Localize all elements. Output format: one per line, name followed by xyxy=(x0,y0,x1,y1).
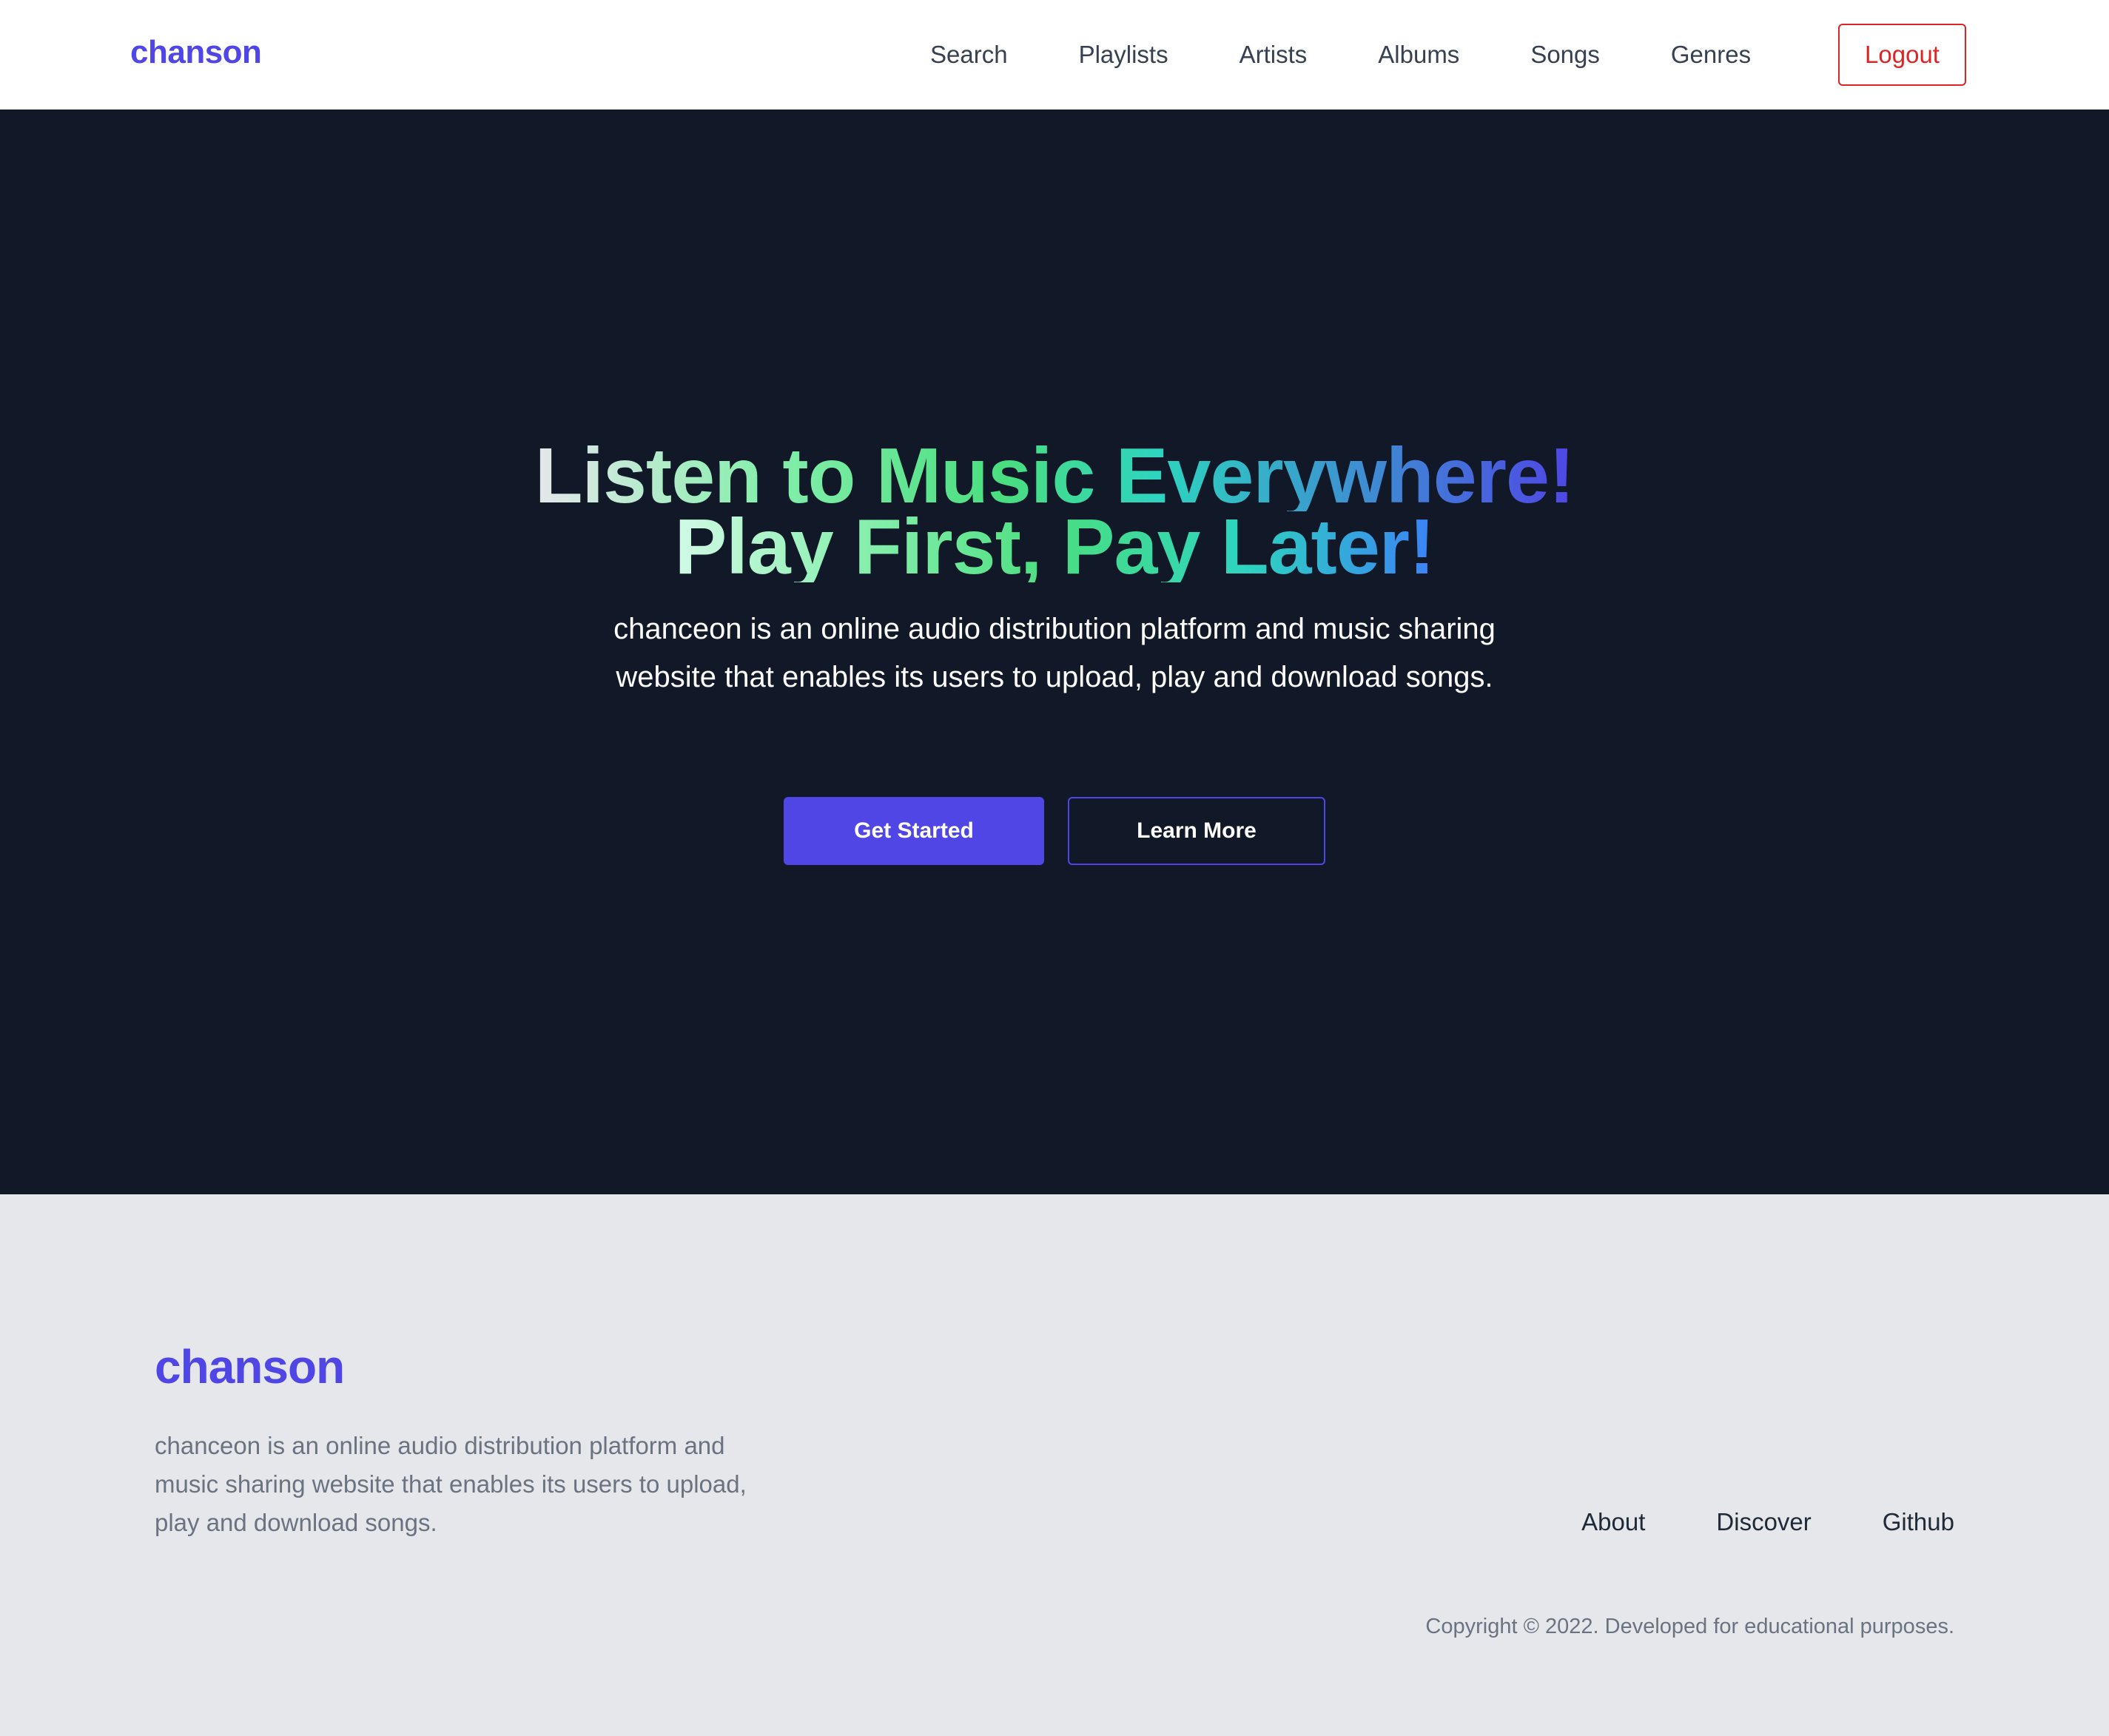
footer-link-discover[interactable]: Discover xyxy=(1716,1508,1811,1536)
nav-link-artists[interactable]: Artists xyxy=(1240,41,1308,69)
hero-title-line2: Play First, Pay Later! xyxy=(0,503,2109,591)
hero-title-line1: Listen to Music Everywhere! xyxy=(0,432,2109,519)
hero-section: Listen to Music Everywhere! Play First, … xyxy=(0,110,2109,1194)
footer-logo[interactable]: chanson xyxy=(155,1339,345,1394)
nav-links: Search Playlists Artists Albums Songs Ge… xyxy=(930,38,1751,71)
footer-description: chanceon is an online audio distribution… xyxy=(155,1432,747,1536)
hero-title-line2-text: Play First, Pay Later! xyxy=(674,503,1436,591)
copyright-text: Copyright © 2022. Developed for educatio… xyxy=(1425,1615,1954,1638)
footer: chanson chanceon is an online audio dist… xyxy=(0,1194,2109,1736)
nav-link-genres[interactable]: Genres xyxy=(1671,41,1751,69)
logout-button[interactable]: Logout xyxy=(1838,24,1966,86)
hero-title-line1-text: Listen to Music Everywhere! xyxy=(534,432,1575,519)
nav-link-search[interactable]: Search xyxy=(930,41,1008,69)
hero-subtitle: chanceon is an online audio distribution… xyxy=(613,613,1496,693)
footer-links: About Discover Github xyxy=(1581,1508,1954,1536)
footer-link-github[interactable]: Github xyxy=(1883,1508,1954,1536)
nav-link-playlists[interactable]: Playlists xyxy=(1079,41,1168,69)
top-navbar: chanson Search Playlists Artists Albums … xyxy=(0,0,2109,110)
nav-link-songs[interactable]: Songs xyxy=(1530,41,1600,69)
nav-link-albums[interactable]: Albums xyxy=(1378,41,1459,69)
get-started-button[interactable]: Get Started xyxy=(784,797,1044,865)
footer-link-about[interactable]: About xyxy=(1581,1508,1645,1536)
learn-more-button[interactable]: Learn More xyxy=(1068,797,1325,865)
brand-logo[interactable]: chanson xyxy=(130,34,262,71)
